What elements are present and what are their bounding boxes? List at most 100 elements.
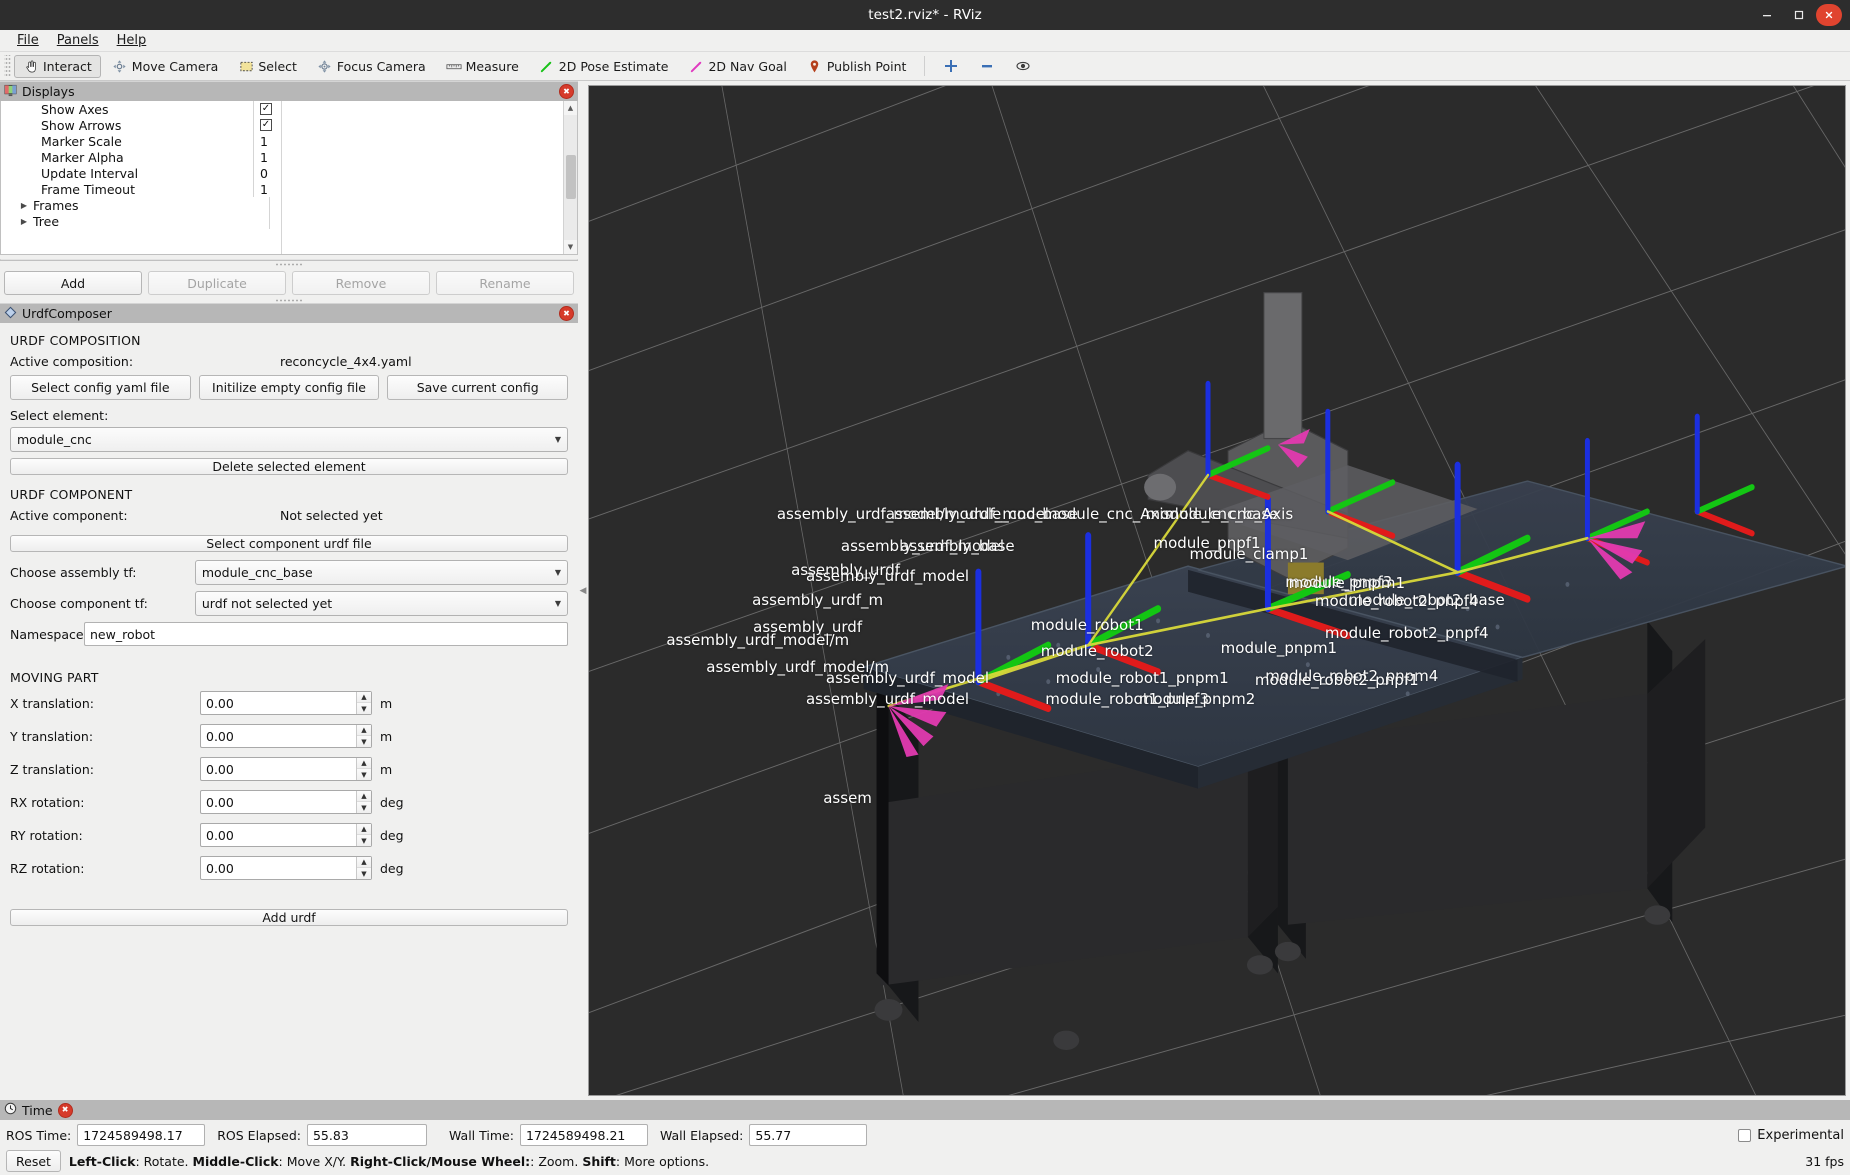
y-translation-spinbox[interactable]: 0.00 ▲ ▼ [200, 724, 372, 748]
tree-row-value[interactable]: 1 [253, 149, 563, 165]
stepper-down-icon[interactable]: ▼ [357, 703, 371, 714]
scroll-down-icon[interactable]: ▼ [564, 240, 578, 254]
maximize-icon[interactable] [1784, 2, 1814, 28]
rename-display-button[interactable]: Rename [436, 271, 574, 295]
panel-close-icon[interactable] [57, 1102, 73, 1118]
chevron-right-icon[interactable]: ▶ [17, 217, 31, 226]
x-translation-stepper[interactable]: ▲ ▼ [356, 692, 371, 714]
select-component-urdf-file-button[interactable]: Select component urdf file [10, 535, 568, 552]
panel-close-icon[interactable] [559, 306, 574, 321]
rx-rotation-stepper[interactable]: ▲ ▼ [356, 791, 371, 813]
component-tf-dropdown[interactable]: urdf not selected yet ▼ [194, 591, 568, 616]
add-tool-button[interactable] [934, 55, 968, 78]
ry-rotation-spinbox[interactable]: 0.00 ▲ ▼ [200, 823, 372, 847]
stepper-down-icon[interactable]: ▼ [357, 868, 371, 879]
displays-vertical-scrollbar[interactable]: ▲ ▼ [563, 101, 577, 254]
main-splitter[interactable]: ◀ [578, 81, 588, 1100]
stepper-down-icon[interactable]: ▼ [357, 835, 371, 846]
scrollbar-thumb[interactable] [565, 155, 576, 199]
rz-rotation-spinbox[interactable]: 0.00 ▲ ▼ [200, 856, 372, 880]
tree-row[interactable]: Marker Alpha 1 [1, 149, 563, 165]
tree-row[interactable]: Frame Timeout 1 [1, 181, 563, 197]
experimental-checkbox[interactable] [1738, 1128, 1752, 1142]
menu-file[interactable]: File [8, 31, 48, 50]
y-translation-stepper[interactable]: ▲ ▼ [356, 725, 371, 747]
ry-rotation-stepper[interactable]: ▲ ▼ [356, 824, 371, 846]
x-translation-spinbox[interactable]: 0.00 ▲ ▼ [200, 691, 372, 715]
tool-focus-camera[interactable]: Focus Camera [308, 55, 435, 78]
menu-panels[interactable]: Panels [48, 31, 108, 50]
stepper-down-icon[interactable]: ▼ [357, 769, 371, 780]
ry-rotation-value[interactable]: 0.00 [201, 828, 356, 843]
tree-row[interactable]: Show Arrows ✓ [1, 117, 563, 133]
add-display-button[interactable]: Add [4, 271, 142, 295]
tool-2d-nav-goal[interactable]: 2D Nav Goal [679, 55, 795, 78]
stepper-up-icon[interactable]: ▲ [357, 824, 371, 835]
toolbar-drag-handle[interactable] [4, 55, 11, 77]
z-translation-spinbox[interactable]: 0.00 ▲ ▼ [200, 757, 372, 781]
tool-select[interactable]: Select [229, 55, 306, 78]
stepper-up-icon[interactable]: ▲ [357, 725, 371, 736]
add-urdf-button[interactable]: Add urdf [10, 909, 568, 926]
tree-row[interactable]: Marker Scale 1 [1, 133, 563, 149]
tool-measure[interactable]: Measure [437, 55, 528, 78]
tree-row-value[interactable]: ✓ [253, 117, 563, 133]
tree-row[interactable]: Update Interval 0 [1, 165, 563, 181]
stepper-down-icon[interactable]: ▼ [357, 736, 371, 747]
tool-interact[interactable]: Interact [14, 54, 101, 78]
tool-move-camera[interactable]: Move Camera [103, 55, 228, 78]
stepper-up-icon[interactable]: ▲ [357, 692, 371, 703]
tool-properties-button[interactable] [1006, 55, 1040, 78]
tree-row-frames[interactable]: ▶ Frames [1, 197, 563, 213]
wall-elapsed-input[interactable]: 55.77 [749, 1124, 868, 1146]
minimize-icon[interactable] [1752, 2, 1782, 28]
wall-time-input[interactable]: 1724589498.21 [519, 1124, 648, 1146]
x-translation-value[interactable]: 0.00 [201, 696, 356, 711]
ros-time-input[interactable]: 1724589498.17 [77, 1124, 206, 1146]
3d-viewport[interactable]: assembly_urdf_model/module_cnc_base assem… [588, 85, 1846, 1096]
ros-elapsed-input[interactable]: 55.83 [306, 1124, 427, 1146]
collapse-arrow-icon[interactable]: ◀ [580, 586, 587, 596]
tool-2d-pose-estimate[interactable]: 2D Pose Estimate [530, 55, 678, 78]
remove-tool-button[interactable] [970, 55, 1004, 78]
scroll-up-icon[interactable]: ▲ [564, 101, 578, 115]
scrollbar-track[interactable] [563, 115, 577, 240]
select-element-dropdown[interactable]: module_cnc ▼ [10, 427, 568, 452]
rz-rotation-stepper[interactable]: ▲ ▼ [356, 857, 371, 879]
reset-button[interactable]: Reset [6, 1150, 61, 1172]
delete-selected-element-button[interactable]: Delete selected element [10, 458, 568, 475]
stepper-up-icon[interactable]: ▲ [357, 857, 371, 868]
select-config-yaml-button[interactable]: Select config yaml file [10, 375, 191, 400]
tree-row-value[interactable]: ✓ [253, 101, 563, 117]
stepper-up-icon[interactable]: ▲ [357, 791, 371, 802]
rx-rotation-spinbox[interactable]: 0.00 ▲ ▼ [200, 790, 372, 814]
checkbox-show-axes[interactable]: ✓ [260, 103, 272, 115]
stepper-down-icon[interactable]: ▼ [357, 802, 371, 813]
y-translation-value[interactable]: 0.00 [201, 729, 356, 744]
panel-close-icon[interactable] [559, 84, 574, 99]
namespace-input[interactable]: new_robot [84, 622, 568, 646]
rx-rotation-value[interactable]: 0.00 [201, 795, 356, 810]
experimental-toggle[interactable]: Experimental [1738, 1128, 1844, 1143]
stepper-up-icon[interactable]: ▲ [357, 758, 371, 769]
rz-rotation-value[interactable]: 0.00 [201, 861, 356, 876]
tree-row-tree[interactable]: ▶ Tree [1, 213, 563, 229]
tree-row-value[interactable]: 0 [253, 165, 563, 181]
displays-tree[interactable]: Show Axes ✓ Show Arrows ✓ Marker Scale 1… [0, 101, 578, 255]
menu-help[interactable]: Help [108, 31, 156, 50]
tree-row-value[interactable]: 1 [253, 181, 563, 197]
assembly-tf-dropdown[interactable]: module_cnc_base ▼ [194, 560, 568, 585]
save-current-config-button[interactable]: Save current config [387, 375, 569, 400]
checkbox-show-arrows[interactable]: ✓ [260, 119, 272, 131]
hint-val-3: : Zoom. [530, 1153, 583, 1169]
chevron-right-icon[interactable]: ▶ [17, 201, 31, 210]
remove-display-button[interactable]: Remove [292, 271, 430, 295]
tool-publish-point[interactable]: Publish Point [798, 55, 916, 78]
close-icon[interactable] [1816, 4, 1842, 26]
duplicate-display-button[interactable]: Duplicate [148, 271, 286, 295]
tree-row-value[interactable]: 1 [253, 133, 563, 149]
initialize-empty-config-button[interactable]: Initilize empty config file [198, 375, 380, 400]
z-translation-stepper[interactable]: ▲ ▼ [356, 758, 371, 780]
tree-row[interactable]: Show Axes ✓ [1, 101, 563, 117]
z-translation-value[interactable]: 0.00 [201, 762, 356, 777]
